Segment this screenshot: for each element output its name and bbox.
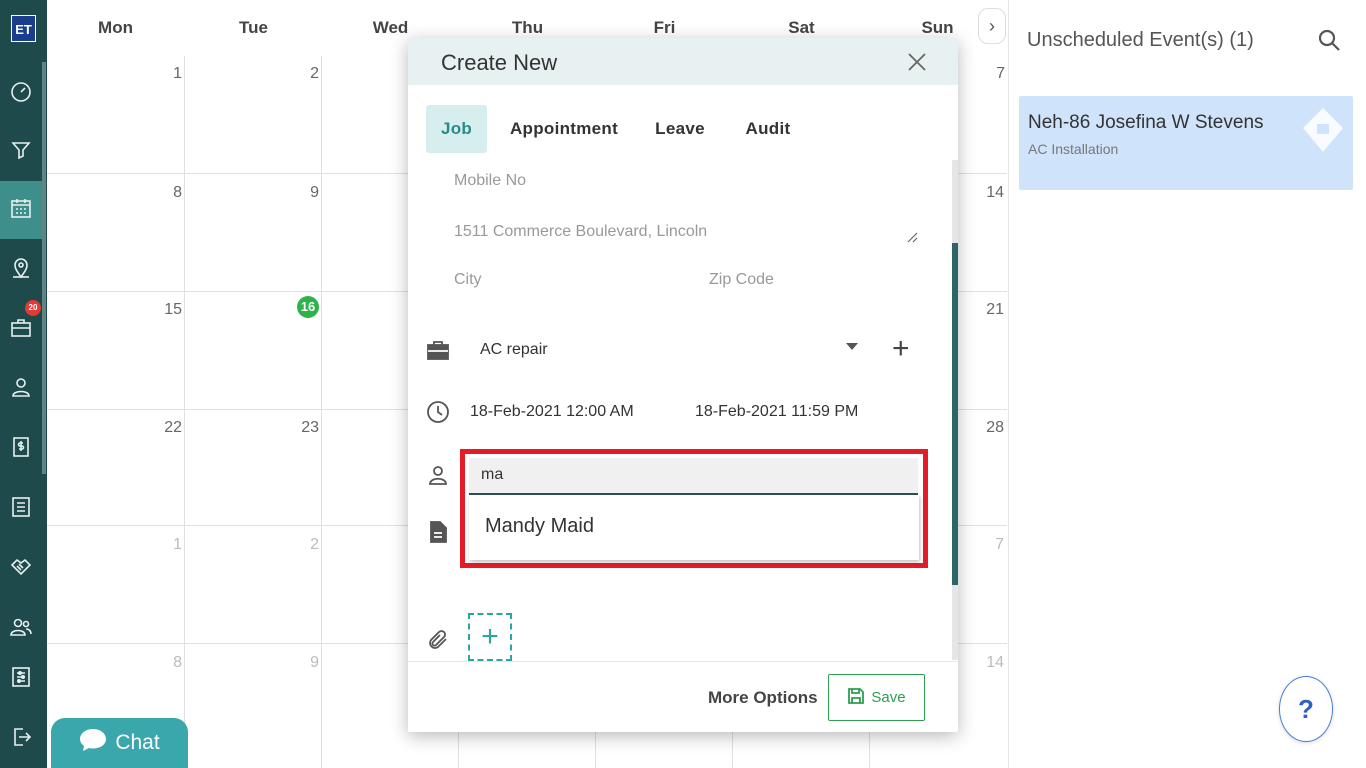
app-logo: ET: [11, 15, 36, 42]
logout-icon: [9, 725, 33, 754]
address-field[interactable]: 1511 Commerce Boulevard, Lincoln: [454, 223, 707, 241]
day-cell-date[interactable]: 23: [289, 419, 319, 437]
day-cell-date[interactable]: 7: [974, 536, 1004, 554]
tab-leave[interactable]: Leave: [648, 105, 712, 153]
sliders-icon: [9, 665, 33, 694]
chat-bubble-icon: [79, 727, 107, 759]
panel-title: Unscheduled Event(s) (1): [1027, 29, 1254, 51]
zip-code-field[interactable]: Zip Code: [709, 271, 774, 289]
save-label: Save: [871, 689, 906, 706]
sidebar-scrollbar[interactable]: [42, 62, 46, 474]
tab-appointment[interactable]: Appointment: [506, 105, 622, 153]
day-cell-date[interactable]: 9: [289, 654, 319, 672]
day-cell-date[interactable]: 2: [289, 536, 319, 554]
sidebar-item-funnel[interactable]: [0, 122, 42, 180]
weekday-header: Sat: [788, 18, 815, 37]
add-job-type-button[interactable]: +: [892, 334, 910, 364]
sidebar-item-dashboard[interactable]: [0, 64, 42, 122]
tag-icon: [1301, 106, 1345, 154]
search-icon[interactable]: [1317, 28, 1341, 52]
assignee-suggestion-item[interactable]: Mandy Maid: [485, 515, 594, 538]
user-icon: [9, 375, 33, 404]
day-cell-date[interactable]: 8: [152, 654, 182, 672]
tab-job[interactable]: Job: [426, 105, 487, 153]
assignee-search-input[interactable]: ma: [469, 458, 918, 495]
weekday-header: Fri: [653, 18, 676, 37]
paperclip-icon: [426, 628, 450, 652]
assignee-suggestion-list: Mandy Maid: [469, 495, 919, 560]
sidebar-item-logout[interactable]: [0, 710, 42, 768]
tab-audit[interactable]: Audit: [738, 105, 798, 153]
document-icon: [426, 520, 450, 544]
briefcase-icon: [9, 315, 33, 344]
speedometer-icon: [9, 79, 33, 108]
sidebar-item-jobs[interactable]: 20: [0, 300, 42, 358]
end-datetime-field[interactable]: 18-Feb-2021 11:59 PM: [695, 403, 858, 421]
day-cell-date[interactable]: 8: [152, 184, 182, 202]
more-options-link[interactable]: More Options: [708, 688, 818, 708]
close-icon[interactable]: [906, 51, 928, 73]
unscheduled-event-card[interactable]: Neh-86 Josefina W Stevens AC Installatio…: [1019, 96, 1353, 190]
grid-line: [321, 56, 322, 768]
weekday-header: Thu: [511, 18, 544, 37]
dollar-icon: [9, 435, 33, 464]
day-cell-date[interactable]: 9: [289, 184, 319, 202]
chevron-right-icon[interactable]: ›: [978, 8, 1006, 44]
today-date-marker[interactable]: 16: [297, 296, 319, 318]
weekday-header: Mon: [98, 18, 133, 37]
chat-label: Chat: [115, 731, 160, 754]
modal-title: Create New: [441, 50, 558, 75]
clock-icon: [426, 400, 450, 424]
add-attachment-button[interactable]: +: [468, 613, 512, 661]
city-field[interactable]: City: [454, 271, 482, 289]
sidebar-item-lists[interactable]: [0, 480, 42, 538]
day-cell-date[interactable]: 22: [152, 419, 182, 437]
calendar-icon: [9, 196, 33, 225]
day-cell-date[interactable]: 1: [152, 536, 182, 554]
funnel-icon: [9, 137, 33, 166]
handshake-icon: [9, 555, 33, 584]
day-cell-date[interactable]: 2: [289, 65, 319, 83]
modal-scrollbar-thumb[interactable]: [952, 243, 958, 585]
day-cell-date[interactable]: 7: [975, 65, 1005, 83]
list-icon: [9, 495, 33, 524]
sidebar-item-calendar[interactable]: [0, 181, 42, 239]
day-cell-date[interactable]: 21: [974, 301, 1004, 319]
jobs-count-badge: 20: [25, 300, 41, 316]
day-cell-date[interactable]: 28: [974, 419, 1004, 437]
grid-line: [184, 56, 185, 768]
map-pin-icon: [9, 256, 33, 285]
sidebar-item-map[interactable]: [0, 241, 42, 299]
modal-footer: More Options Save: [408, 661, 958, 732]
create-new-modal: Create New Job Appointment Leave Audit M…: [408, 38, 958, 732]
briefcase-icon: [426, 338, 450, 362]
help-button[interactable]: ?: [1279, 676, 1333, 742]
sidebar-item-invoices[interactable]: [0, 420, 42, 478]
chevron-down-icon[interactable]: [846, 343, 858, 350]
assignee-query-text: ma: [481, 466, 504, 483]
modal-header: Create New: [408, 38, 958, 85]
start-datetime-field[interactable]: 18-Feb-2021 12:00 AM: [470, 403, 634, 421]
day-cell-date[interactable]: 15: [152, 301, 182, 319]
users-icon: [9, 615, 33, 644]
day-cell-date[interactable]: 14: [974, 654, 1004, 672]
sidebar-item-settings[interactable]: [0, 650, 42, 708]
weekday-header: Tue: [239, 18, 268, 37]
event-subtitle: AC Installation: [1028, 141, 1119, 157]
day-cell-date[interactable]: 14: [974, 184, 1004, 202]
weekday-header: Wed: [372, 18, 409, 37]
floppy-disk-icon: [847, 687, 865, 709]
sidebar-item-deals[interactable]: [0, 540, 42, 598]
mobile-field[interactable]: Mobile No: [454, 172, 526, 190]
sidebar-item-customers[interactable]: [0, 360, 42, 418]
save-button[interactable]: Save: [828, 674, 925, 721]
sidebar: ET 20: [0, 0, 47, 768]
event-title: Neh-86 Josefina W Stevens: [1028, 112, 1264, 133]
unscheduled-panel: Unscheduled Event(s) (1) Neh-86 Josefina…: [1008, 0, 1366, 768]
job-type-select[interactable]: AC repair: [480, 341, 548, 359]
day-cell-date[interactable]: 1: [152, 65, 182, 83]
resize-handle-icon[interactable]: [906, 230, 918, 243]
person-icon: [426, 463, 450, 487]
chat-button[interactable]: Chat: [51, 718, 188, 768]
